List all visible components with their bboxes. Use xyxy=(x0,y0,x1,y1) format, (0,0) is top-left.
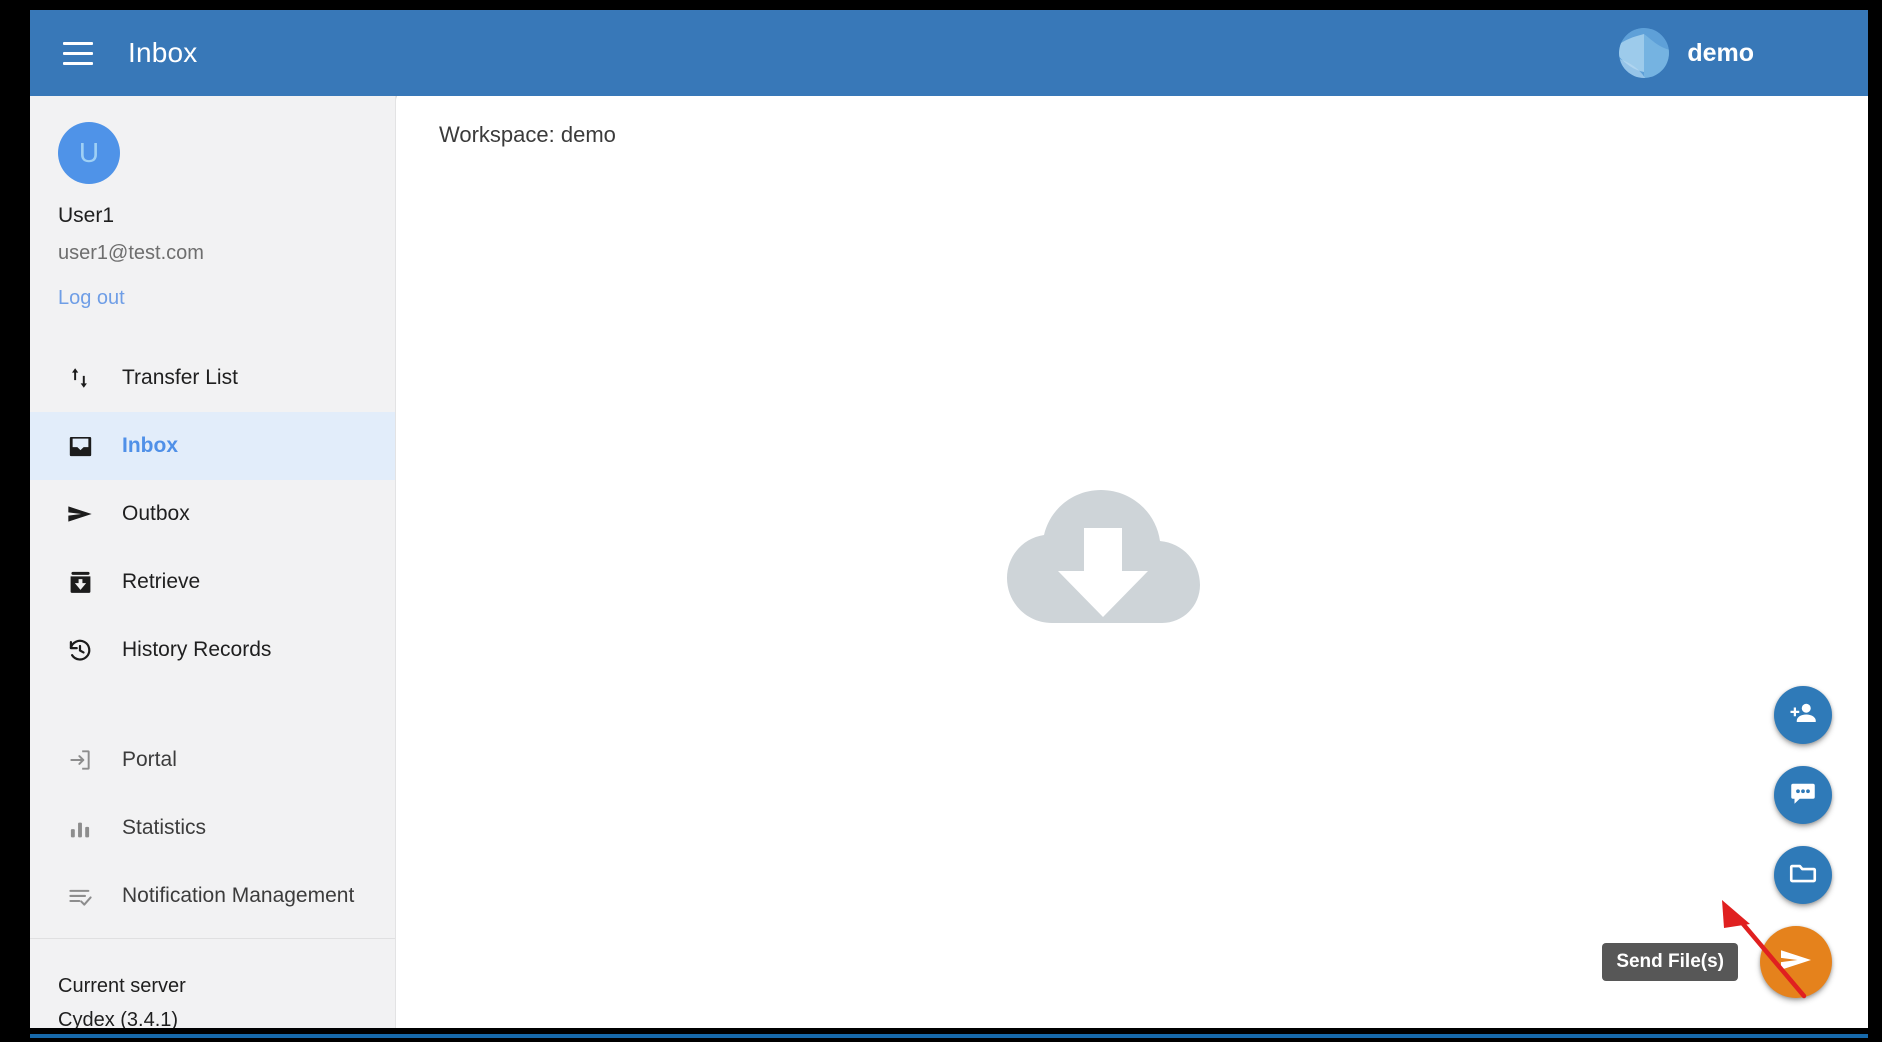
cloud-download-icon xyxy=(1006,485,1218,640)
sidebar: U User1 user1@test.com Log out Transfer … xyxy=(30,96,396,1028)
sidebar-footer: Current server Cydex (3.4.1) xyxy=(30,938,395,1028)
hamburger-bar xyxy=(63,61,93,65)
sidebar-item-outbox[interactable]: Outbox xyxy=(30,480,395,548)
user-email: user1@test.com xyxy=(58,242,204,264)
folder-fab[interactable] xyxy=(1774,846,1832,904)
sidebar-item-transfer-list[interactable]: Transfer List xyxy=(30,344,395,412)
sidebar-item-notification-management[interactable]: Notification Management xyxy=(30,862,395,930)
sidebar-item-label: Portal xyxy=(122,748,177,771)
sidebar-item-label: Inbox xyxy=(122,434,178,457)
workspace-user-label: demo xyxy=(1687,38,1754,67)
screenshot-frame: Inbox demo U User1 user1@test.com Log ou… xyxy=(0,0,1882,1042)
sidebar-item-label: Retrieve xyxy=(122,570,201,593)
sidebar-item-label: Transfer List xyxy=(122,366,238,389)
sidebar-item-history-records[interactable]: History Records xyxy=(30,616,395,684)
hamburger-bar xyxy=(63,51,93,55)
sidebar-user-block: U User1 user1@test.com Log out xyxy=(30,96,395,310)
sidebar-item-label: Notification Management xyxy=(122,884,355,907)
workspace-avatar-image xyxy=(1619,28,1670,78)
top-app-bar: Inbox demo xyxy=(30,10,1868,96)
sidebar-item-portal[interactable]: Portal xyxy=(30,726,395,794)
fab-row-messages xyxy=(1774,766,1832,824)
sidebar-item-label: Statistics xyxy=(122,816,207,839)
inbox-tray-icon xyxy=(60,433,100,460)
page-title: Inbox xyxy=(128,37,198,68)
log-out-link[interactable]: Log out xyxy=(58,287,125,310)
current-server-value: Cydex (3.4.1) xyxy=(58,1009,179,1028)
messages-fab[interactable] xyxy=(1774,766,1832,824)
download-box-icon xyxy=(60,569,100,596)
login-portal-icon xyxy=(60,747,100,773)
checklist-icon xyxy=(60,883,100,910)
workspace-label: Workspace: demo xyxy=(439,122,616,147)
add-contact-fab[interactable] xyxy=(1774,686,1832,744)
send-files-fab[interactable] xyxy=(1760,926,1832,998)
bar-chart-icon xyxy=(60,815,100,841)
user-name: User1 xyxy=(58,204,115,227)
hamburger-bar xyxy=(63,41,93,45)
fab-stack: Send File(s) xyxy=(1602,686,1832,999)
workspace-user-menu[interactable]: demo xyxy=(1619,28,1834,78)
folder-icon xyxy=(1788,858,1818,893)
send-arrow-icon xyxy=(60,500,100,528)
sidebar-item-label: Outbox xyxy=(122,502,190,525)
fab-row-send-files: Send File(s) xyxy=(1602,926,1832,998)
sidebar-nav-group-secondary: Portal Statistics Notification Managemen… xyxy=(30,718,395,938)
history-clock-icon xyxy=(60,636,100,664)
chat-bubble-icon xyxy=(1788,778,1818,813)
send-arrow-icon xyxy=(1778,942,1814,983)
fab-row-add-contact xyxy=(1774,686,1832,744)
sidebar-nav-group-primary: Transfer List Inbox Outbox Retrieve Hist… xyxy=(30,336,395,692)
person-add-icon xyxy=(1788,698,1818,733)
main-content: Workspace: demo Send File(s) xyxy=(397,96,1868,1028)
hamburger-menu-icon[interactable] xyxy=(54,29,102,77)
send-files-tooltip: Send File(s) xyxy=(1602,943,1738,981)
application-window: Inbox demo U User1 user1@test.com Log ou… xyxy=(30,10,1868,1028)
sidebar-item-inbox[interactable]: Inbox xyxy=(30,412,395,480)
transfer-arrows-icon xyxy=(60,365,100,391)
sidebar-item-retrieve[interactable]: Retrieve xyxy=(30,548,395,616)
avatar: U xyxy=(58,122,120,184)
sidebar-item-statistics[interactable]: Statistics xyxy=(30,794,395,862)
sidebar-item-label: History Records xyxy=(122,638,272,661)
fab-row-folder xyxy=(1774,846,1832,904)
current-server-label: Current server xyxy=(58,975,186,997)
